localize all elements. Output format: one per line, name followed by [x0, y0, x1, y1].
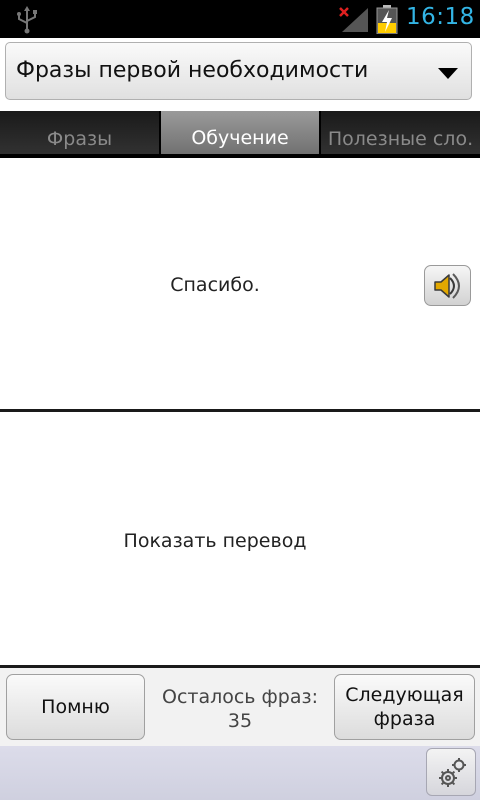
status-bar: 16:18: [0, 0, 480, 38]
gears-icon: [439, 758, 466, 787]
settings-button[interactable]: [426, 748, 476, 796]
remaining-phrases-label: Осталось фраз:: [161, 686, 319, 708]
remaining-phrases-count: 35: [227, 710, 253, 732]
next-phrase-label-line-2: фраза: [373, 708, 436, 730]
phrase-divider: [0, 409, 480, 412]
bottom-bar: [0, 746, 480, 800]
speaker-icon: [434, 273, 460, 299]
category-selected-value: Фразы первой необходимости: [16, 58, 369, 83]
tab-bar: Фразы Обучение Полезные сло.: [0, 111, 480, 157]
remember-button[interactable]: Помню: [6, 674, 145, 740]
tab-useful-words[interactable]: Полезные сло.: [321, 111, 480, 157]
tab-learning[interactable]: Обучение: [161, 111, 319, 157]
category-dropdown[interactable]: Фразы первой необходимости: [5, 42, 472, 100]
battery-charging-icon: [376, 5, 398, 34]
tab-underline: [0, 154, 480, 158]
phrase-text: Спасибо.: [170, 274, 260, 296]
next-phrase-label-line-1: Следующая: [345, 684, 464, 706]
tab-phrases[interactable]: Фразы: [0, 111, 159, 157]
show-translation-button[interactable]: Показать перевод: [0, 530, 430, 552]
next-phrase-button[interactable]: Следующая фраза: [334, 674, 475, 740]
clock: 16:18: [406, 4, 475, 30]
usb-icon: [17, 6, 37, 34]
signal-icon: [339, 7, 368, 32]
dropdown-arrow-icon: [438, 68, 458, 79]
speaker-button[interactable]: [424, 265, 471, 306]
